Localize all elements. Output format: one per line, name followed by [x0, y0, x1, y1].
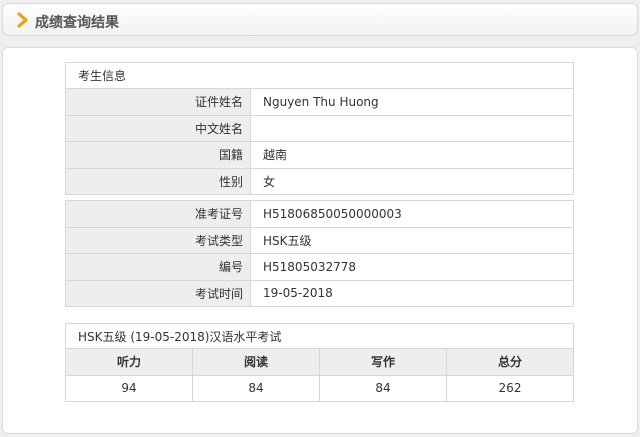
table-row: 中文姓名 [65, 114, 574, 142]
page-header: 成绩查询结果 [2, 3, 638, 36]
table-row: 编号 H51805032778 [65, 253, 574, 281]
field-label-admission-number: 准考证号 [65, 200, 251, 228]
candidate-info-header-row: 考生信息 [65, 62, 574, 89]
column-header-total: 总分 [446, 348, 574, 376]
table-row: 考试类型 HSK五级 [65, 226, 574, 254]
field-label-nationality: 国籍 [65, 141, 251, 169]
field-label-chinese-name: 中文姓名 [65, 114, 251, 142]
field-label-exam-type: 考试类型 [65, 226, 251, 254]
field-value-id-name: Nguyen Thu Huong [250, 88, 574, 116]
table-row: 性别 女 [65, 167, 574, 195]
score-header-row: HSK五级 (19-05-2018)汉语水平考试 [65, 323, 574, 349]
table-row: 考试时间 19-05-2018 [65, 279, 574, 307]
score-total: 262 [446, 374, 574, 402]
field-label-exam-date: 考试时间 [65, 279, 251, 307]
score-values-row: 94 84 84 262 [65, 374, 574, 402]
table-row: 准考证号 H51806850050000003 [65, 200, 574, 228]
column-header-reading: 阅读 [192, 348, 320, 376]
table-row: 证件姓名 Nguyen Thu Huong [65, 88, 574, 116]
field-value-gender: 女 [250, 167, 574, 195]
field-value-nationality: 越南 [250, 141, 574, 169]
chevron-right-icon [17, 12, 28, 28]
field-value-exam-type: HSK五级 [250, 226, 574, 254]
candidate-info-title: 考生信息 [65, 62, 574, 89]
score-listening: 94 [65, 374, 193, 402]
column-header-writing: 写作 [319, 348, 447, 376]
score-table-title: HSK五级 (19-05-2018)汉语水平考试 [65, 323, 574, 349]
field-value-admission-number: H51806850050000003 [250, 200, 574, 228]
field-value-serial-number: H51805032778 [250, 253, 574, 281]
field-value-chinese-name [250, 114, 574, 142]
score-column-headers: 听力 阅读 写作 总分 [65, 348, 574, 376]
column-header-listening: 听力 [65, 348, 193, 376]
score-writing: 84 [319, 374, 447, 402]
page-title: 成绩查询结果 [35, 15, 119, 31]
candidate-info-table: 考生信息 证件姓名 Nguyen Thu Huong 中文姓名 国籍 越南 性别… [65, 62, 574, 307]
score-reading: 84 [192, 374, 320, 402]
table-row: 国籍 越南 [65, 141, 574, 169]
field-label-serial-number: 编号 [65, 253, 251, 281]
field-label-id-name: 证件姓名 [65, 88, 251, 116]
field-value-exam-date: 19-05-2018 [250, 279, 574, 307]
score-table: HSK五级 (19-05-2018)汉语水平考试 听力 阅读 写作 总分 94 … [65, 323, 574, 402]
field-label-gender: 性别 [65, 167, 251, 195]
